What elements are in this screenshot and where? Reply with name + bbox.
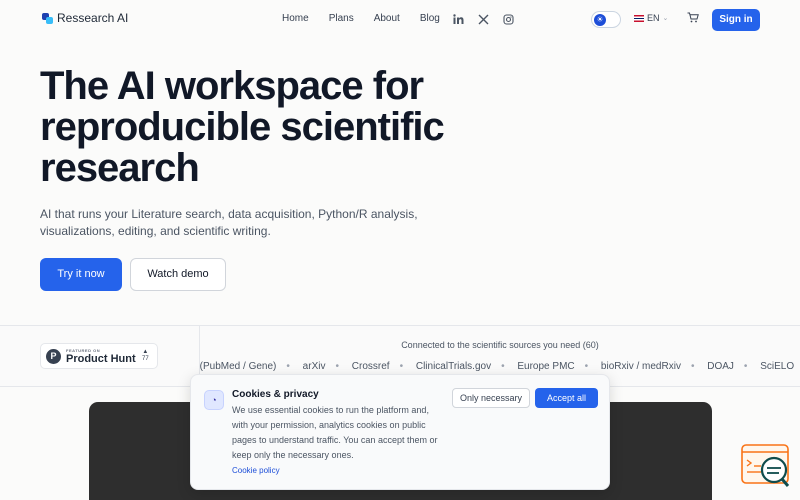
source-item: DOAJ <box>707 361 734 372</box>
separator-dot: • <box>501 361 505 372</box>
uk-flag-icon <box>634 14 644 22</box>
separator-dot: • <box>743 361 748 372</box>
separator-dot: • <box>690 361 695 372</box>
language-selector[interactable]: EN ⌄ <box>634 13 668 23</box>
instagram-icon[interactable] <box>502 13 514 25</box>
source-item: SciELO <box>760 361 795 372</box>
source-item: bioRxiv / medRxiv <box>600 361 681 372</box>
cookie-icon: ◔ <box>204 390 224 410</box>
logo-icon <box>42 12 53 24</box>
theme-toggle[interactable]: ☀ <box>591 11 621 28</box>
hero-title-line-1: The AI workspace for <box>40 64 424 108</box>
product-hunt-logo-icon: P <box>46 349 61 364</box>
only-necessary-button[interactable]: Only necessary <box>452 388 530 408</box>
sun-icon: ☀ <box>594 14 606 26</box>
sign-in-button[interactable]: Sign in <box>712 9 760 31</box>
cookie-title: Cookies & privacy <box>232 389 319 400</box>
nav-links: Home Plans About Blog <box>282 13 460 24</box>
chevron-down-icon: ⌄ <box>662 15 669 22</box>
separator-dot: • <box>286 361 290 372</box>
source-item: Crossref <box>351 361 390 372</box>
watch-demo-button[interactable]: Watch demo <box>130 258 226 291</box>
sources-track: NCBI (PubMed / Gene) • arXiv • Crossref • C… <box>200 361 794 372</box>
cart-icon[interactable] <box>687 12 699 26</box>
brand-name: Ressearch AI <box>57 11 129 25</box>
accept-all-button[interactable]: Accept all <box>535 388 598 408</box>
top-nav: Ressearch AI Home Plans About Blog ☀ EN … <box>0 0 800 40</box>
hero-subtitle: AI that runs your Literature search, dat… <box>40 207 418 238</box>
cookie-policy-link[interactable]: Cookie policy <box>232 466 280 475</box>
cookie-banner: ◔ Cookies & privacy We use essential coo… <box>190 374 610 490</box>
nav-link-home[interactable]: Home <box>282 13 309 24</box>
linkedin-icon[interactable] <box>452 13 464 25</box>
cookie-text: We use essential cookies to run the plat… <box>232 405 438 460</box>
separator-dot: • <box>584 361 589 372</box>
separator-dot: • <box>399 361 404 372</box>
product-hunt-name: Product Hunt <box>66 353 136 365</box>
nav-link-blog[interactable]: Blog <box>420 13 440 24</box>
product-hunt-vote-count: 77 <box>142 356 149 362</box>
source-item: arXiv <box>302 361 326 372</box>
try-it-now-button[interactable]: Try it now <box>40 258 122 291</box>
sources-marquee: NCBI (PubMed / Gene) • arXiv • Crossref • C… <box>200 361 800 375</box>
product-hunt-badge[interactable]: P FEATURED ON Product Hunt ▲ 77 <box>40 343 158 369</box>
nav-link-plans[interactable]: Plans <box>329 13 354 24</box>
sources-title: Connected to the scientific sources you … <box>401 340 599 350</box>
logo[interactable]: Ressearch AI <box>42 11 128 25</box>
source-item: Europe PMC <box>517 361 575 372</box>
product-hunt-votes: ▲ 77 <box>142 349 149 363</box>
source-item: NCBI (PubMed / Gene) <box>200 361 277 372</box>
language-label: EN <box>647 13 660 23</box>
x-icon[interactable] <box>477 13 489 25</box>
hero-title-line-2: reproducible scientific <box>40 105 445 149</box>
search-assistant-widget-icon[interactable] <box>741 444 791 490</box>
upvote-triangle-icon: ▲ <box>142 349 149 355</box>
hero-title: The AI workspace for reproducible scient… <box>40 66 500 189</box>
nav-link-about[interactable]: About <box>374 13 400 24</box>
source-item: ClinicalTrials.gov <box>415 361 492 372</box>
separator-dot: • <box>335 361 339 372</box>
hero-title-line-3: research <box>40 146 200 190</box>
